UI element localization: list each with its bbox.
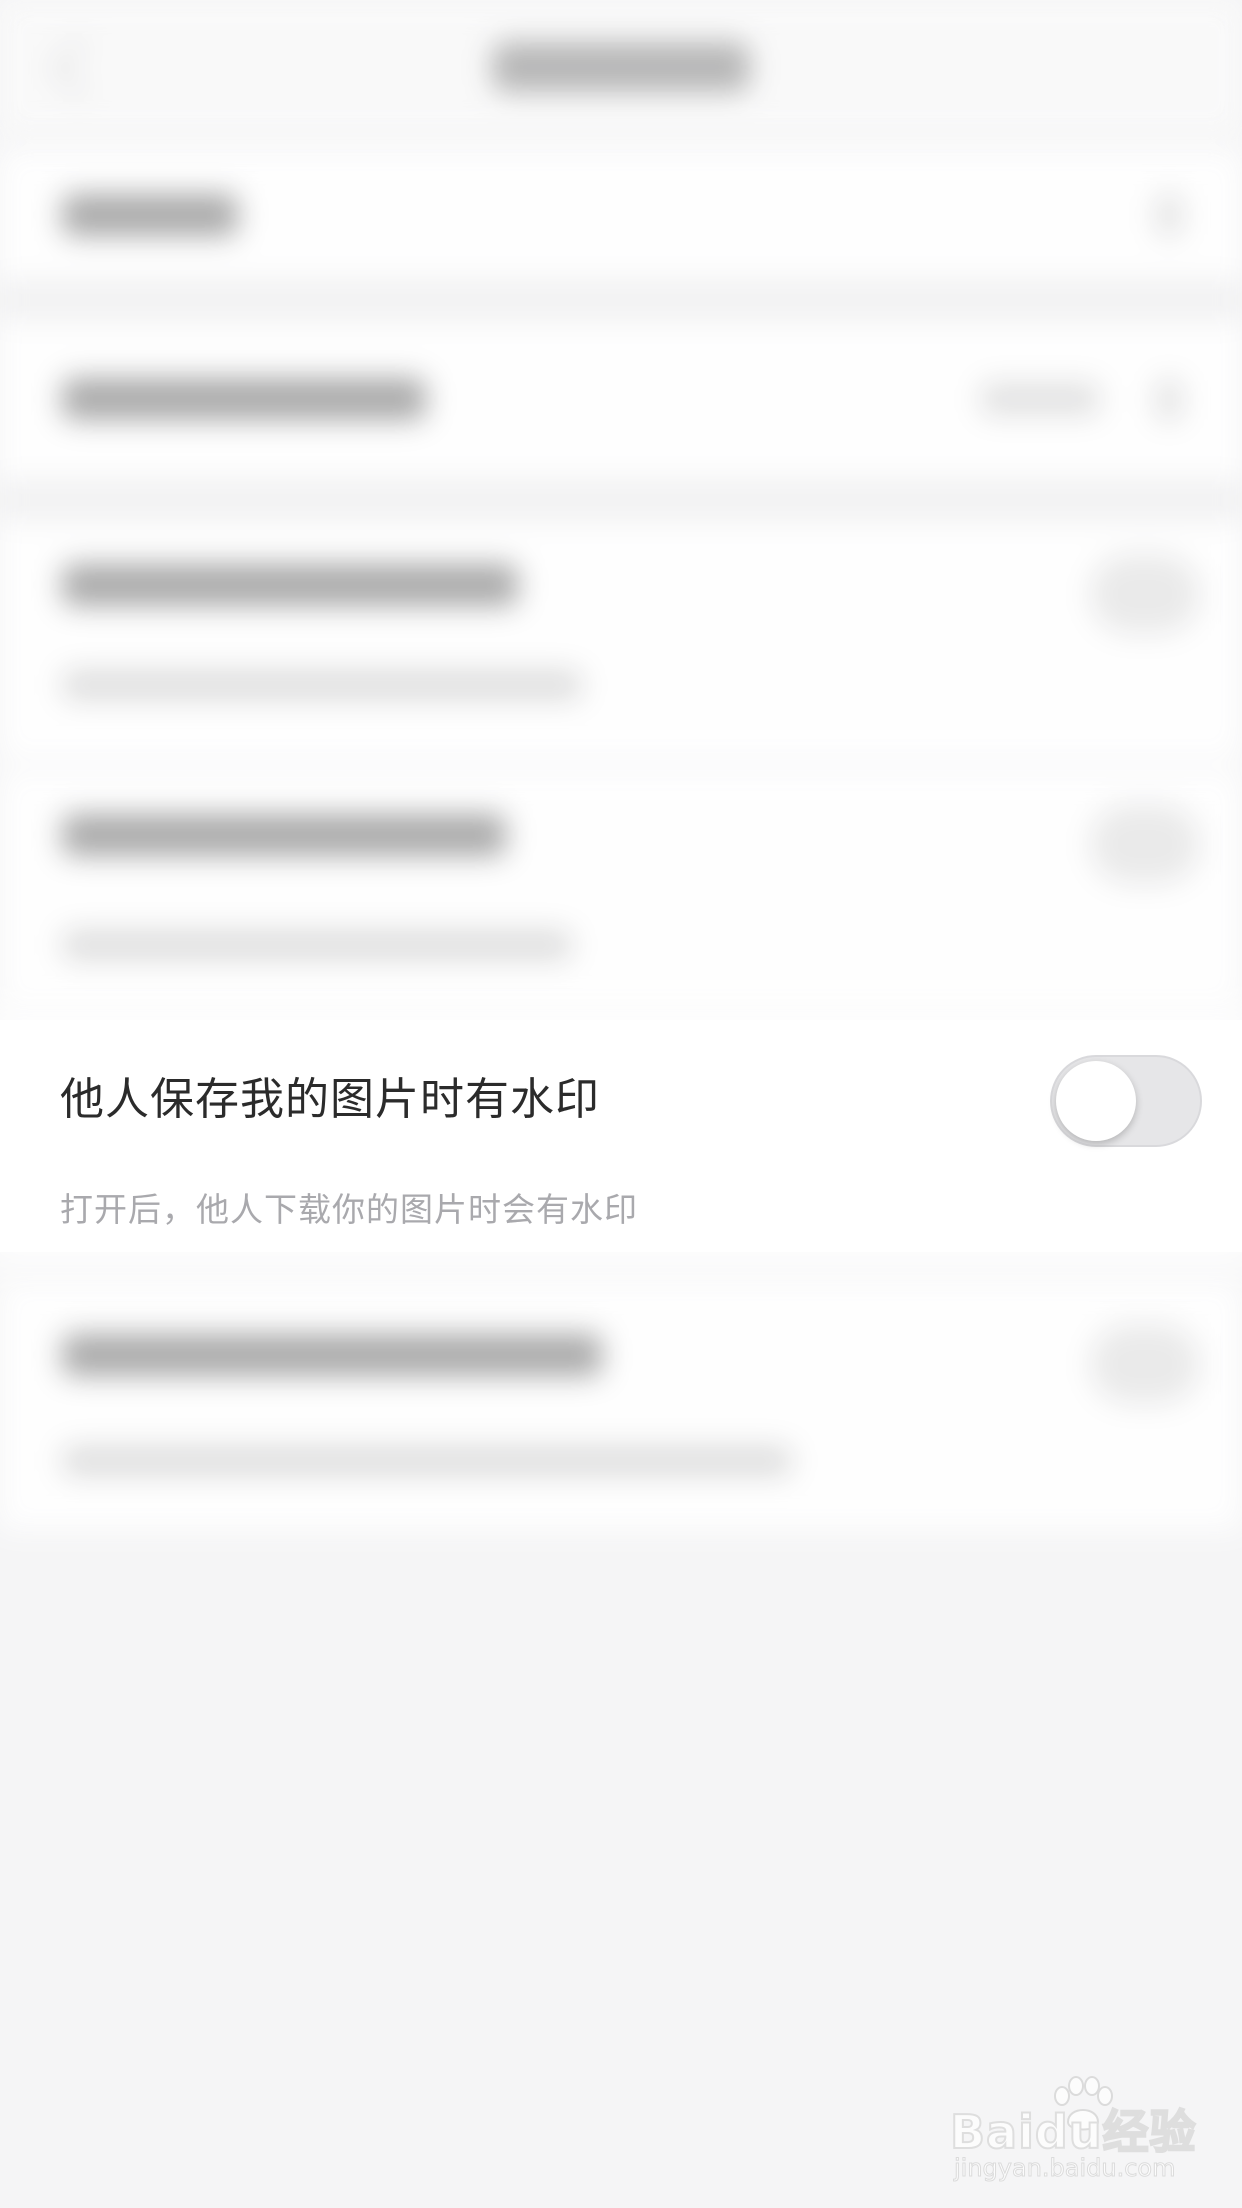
chevron-right-icon: [1156, 378, 1182, 422]
blurred-row-title: [62, 378, 426, 420]
settings-screen: 他人保存我的图片时有水印 打开后，他人下载你的图片时会有水印 Baidu经验 j…: [0, 0, 1242, 2208]
toggle-switch-icon[interactable]: [1090, 804, 1200, 884]
blurred-row-6[interactable]: [0, 1280, 1242, 1530]
section-gap: [0, 280, 1242, 320]
blurred-row-value: [980, 382, 1100, 416]
page-title-blurred: [492, 42, 750, 92]
blurred-row-title: [62, 1334, 602, 1376]
watermark-toggle[interactable]: [1050, 1055, 1202, 1147]
blurred-row-description: [62, 930, 572, 960]
blurred-row-title: [62, 194, 238, 236]
watermark-url-text: jingyan.baidu.com: [953, 2154, 1176, 2183]
baidu-jingyan-watermark: Baidu经验 jingyan.baidu.com: [949, 2070, 1197, 2183]
watermark-logo-text: Baidu经验: [949, 2104, 1197, 2160]
blurred-row-description: [62, 670, 582, 700]
blurred-row-4[interactable]: [0, 770, 1242, 1010]
blurred-row-description: [62, 1446, 792, 1476]
watermark-setting-description: 打开后，他人下载你的图片时会有水印: [60, 1190, 638, 1229]
blurred-row-1[interactable]: [0, 150, 1242, 280]
blurred-row-3[interactable]: [0, 520, 1242, 760]
section-gap: [0, 480, 1242, 520]
toggle-switch-icon[interactable]: [1090, 1324, 1200, 1404]
blurred-row-title: [62, 814, 506, 856]
watermark-setting-title: 他人保存我的图片时有水印: [60, 1074, 600, 1125]
blurred-row-title: [62, 564, 518, 606]
blurred-background-list: [0, 0, 1242, 1560]
chevron-right-icon: [1156, 193, 1182, 237]
toggle-knob: [1056, 1061, 1136, 1141]
back-icon[interactable]: [51, 39, 109, 97]
toggle-switch-icon[interactable]: [1090, 554, 1200, 634]
blurred-row-2[interactable]: [0, 320, 1242, 480]
nav-bar: [0, 0, 1242, 135]
